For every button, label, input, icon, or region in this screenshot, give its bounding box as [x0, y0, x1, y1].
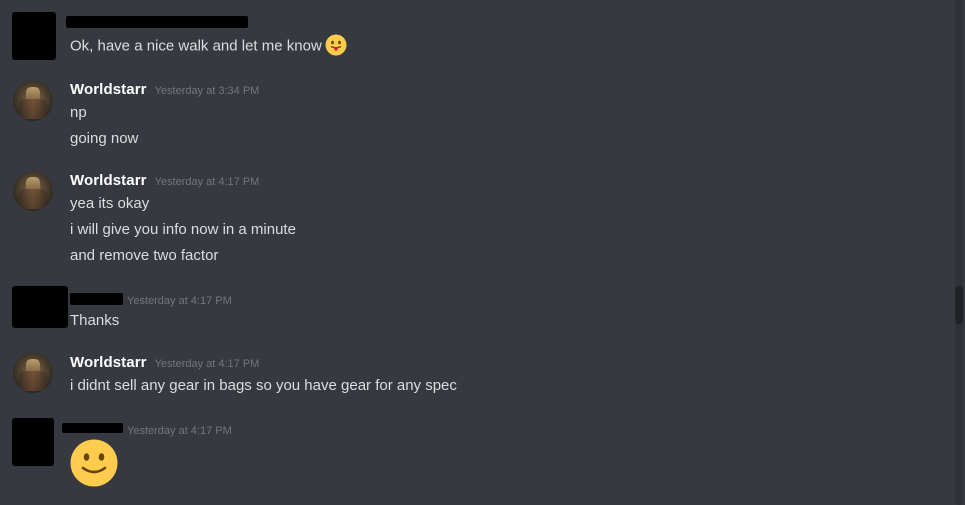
- message-header: Worldstarr Yesterday at 4:17 PM: [70, 354, 259, 372]
- message-timestamp[interactable]: Yesterday at 4:17 PM: [127, 295, 232, 307]
- avatar[interactable]: [13, 353, 53, 393]
- message-line: i didnt sell any gear in bags so you hav…: [70, 377, 457, 394]
- message-timestamp[interactable]: Yesterday at 4:17 PM: [155, 176, 260, 188]
- message-timestamp[interactable]: Yesterday at 4:17 PM: [155, 358, 260, 370]
- message-line: Thanks: [70, 312, 120, 329]
- avatar[interactable]: [13, 81, 53, 121]
- stuck-out-tongue-emoji-icon: [325, 34, 347, 56]
- username-redacted[interactable]: [66, 16, 248, 28]
- message-header: Worldstarr Yesterday at 4:17 PM: [70, 172, 259, 190]
- avatar[interactable]: [13, 171, 53, 211]
- username-redacted[interactable]: [70, 293, 123, 305]
- avatar-redacted[interactable]: [12, 12, 56, 60]
- message-line: np: [70, 104, 87, 121]
- avatar-redacted[interactable]: [12, 418, 54, 466]
- username-redacted[interactable]: [62, 423, 123, 433]
- message-text: Ok, have a nice walk and let me know: [70, 34, 347, 56]
- message-header: Yesterday at 4:17 PM: [127, 291, 232, 309]
- message-group: Ok, have a nice walk and let me know: [0, 0, 950, 70]
- message-header: Worldstarr Yesterday at 3:34 PM: [70, 81, 259, 99]
- username[interactable]: Worldstarr: [70, 81, 147, 98]
- chat-message-list: Ok, have a nice walk and let me know Wor…: [0, 0, 965, 505]
- scrollbar-track[interactable]: [955, 0, 963, 505]
- message-line: yea its okay: [70, 195, 150, 212]
- message-line: and remove two factor: [70, 247, 219, 264]
- avatar-redacted[interactable]: [12, 286, 68, 328]
- message-timestamp[interactable]: Yesterday at 3:34 PM: [155, 85, 260, 97]
- username[interactable]: Worldstarr: [70, 172, 147, 189]
- message-header: Yesterday at 4:17 PM: [127, 421, 232, 439]
- message-emoji: [70, 439, 118, 487]
- slightly-smiling-face-emoji-icon: [70, 439, 118, 487]
- username[interactable]: Worldstarr: [70, 354, 147, 371]
- message-line: i will give you info now in a minute: [70, 221, 296, 238]
- scrollbar-thumb[interactable]: [955, 286, 963, 324]
- message-line: Ok, have a nice walk and let me know: [70, 37, 322, 55]
- message-line: going now: [70, 130, 139, 147]
- message-timestamp[interactable]: Yesterday at 4:17 PM: [127, 425, 232, 437]
